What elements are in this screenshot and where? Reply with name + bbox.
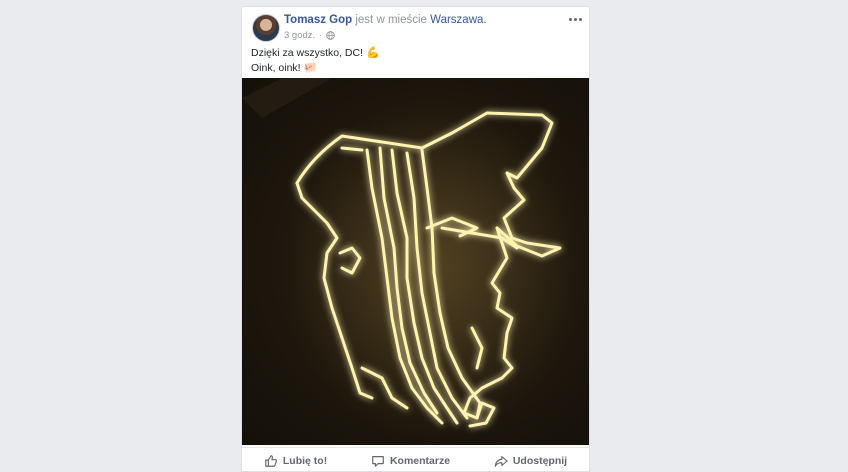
like-button[interactable]: Lubię to! xyxy=(254,451,337,471)
comment-icon xyxy=(372,456,384,467)
neon-sign-photo[interactable] xyxy=(242,78,589,445)
post-card: Tomasz Gop jest w mieście Warszawa. 3 go… xyxy=(241,6,590,472)
like-label: Lubię to! xyxy=(282,455,328,467)
comment-button[interactable]: Komentarze xyxy=(361,451,460,471)
thumbs-up-icon xyxy=(265,455,277,467)
post-actions: Lubię to! Komentarze Udostępnij xyxy=(242,447,589,471)
share-arrow-icon xyxy=(494,456,508,467)
post-meta: 3 godz. · xyxy=(284,30,335,41)
author-line: Tomasz Gop jest w mieście Warszawa. xyxy=(284,14,487,26)
post-text: Dzięki za wszystko, DC! 💪 Oink, oink! 🐖 xyxy=(251,46,380,76)
share-button[interactable]: Udostępnij xyxy=(484,451,577,471)
post-timestamp[interactable]: 3 godz. xyxy=(284,30,315,41)
flexed-biceps-emoji: 💪 xyxy=(365,47,380,59)
post-text-line-1-text: Dzięki za wszystko, DC! xyxy=(251,47,364,59)
author-name[interactable]: Tomasz Gop xyxy=(284,14,352,26)
neon-sign-illustration xyxy=(242,78,582,438)
more-options-icon[interactable] xyxy=(567,13,583,25)
share-label: Udostępnij xyxy=(512,455,568,467)
meta-separator: · xyxy=(319,31,322,40)
post-text-line-1: Dzięki za wszystko, DC! 💪 xyxy=(251,46,380,61)
post-text-line-2: Oink, oink! 🐖 xyxy=(251,61,380,76)
post-header: Tomasz Gop jest w mieście Warszawa. 3 go… xyxy=(242,7,589,49)
pig-emoji: 🐖 xyxy=(303,62,318,74)
post-text-line-2-text: Oink, oink! xyxy=(251,62,301,74)
checkin-text: jest w mieście xyxy=(355,14,427,26)
globe-icon[interactable] xyxy=(326,31,335,40)
comment-label: Komentarze xyxy=(389,455,451,467)
author-avatar[interactable] xyxy=(252,14,280,42)
location-link[interactable]: Warszawa. xyxy=(430,14,486,26)
